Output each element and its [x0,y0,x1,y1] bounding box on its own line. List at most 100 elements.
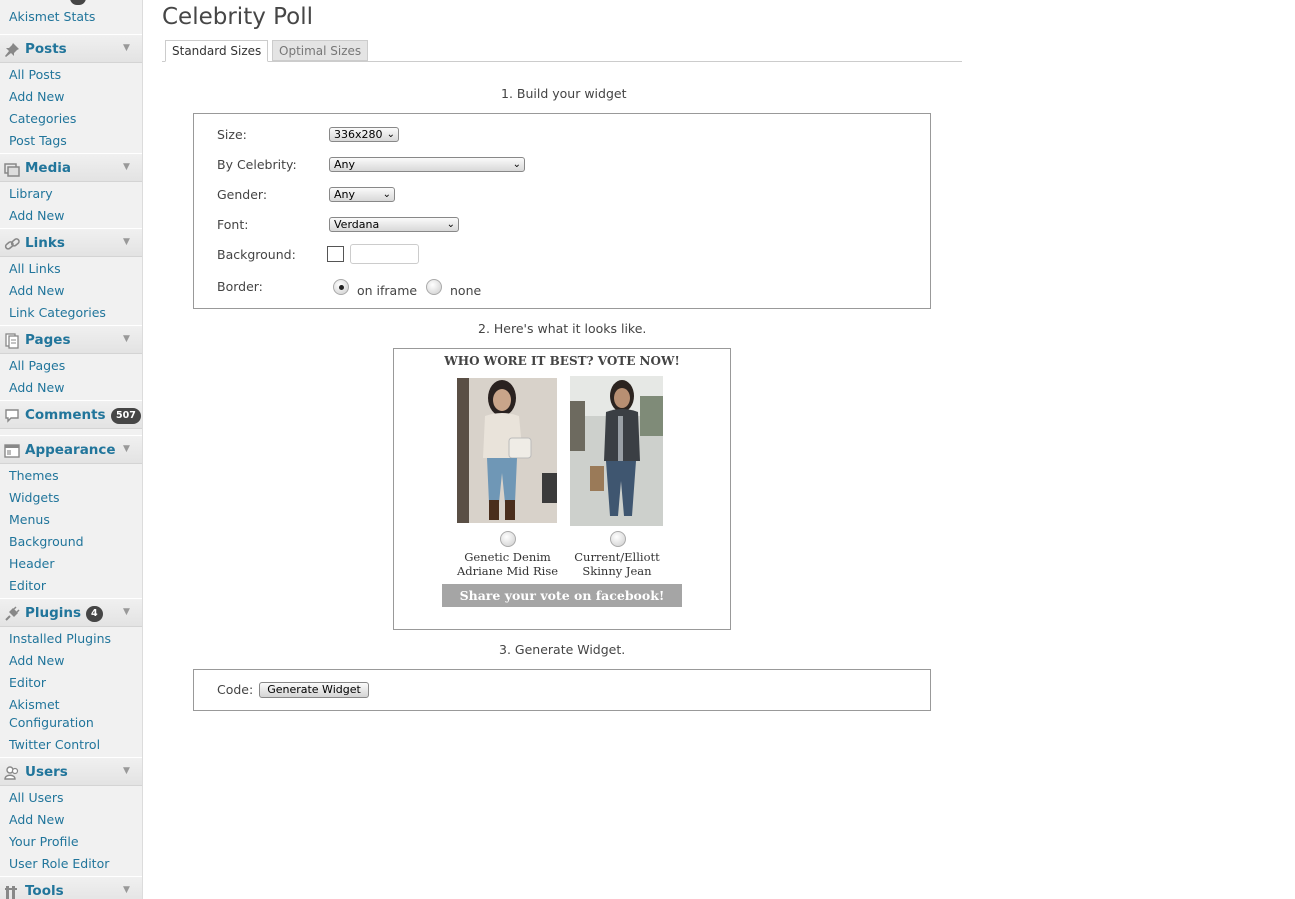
chevron-down-icon[interactable]: ▼ [123,885,130,895]
chevron-down-icon: ⌄ [512,159,521,170]
step-1-heading: 1. Build your widget [501,86,627,101]
border-none-radio[interactable] [426,279,442,295]
media-icon [4,163,20,177]
background-color-input[interactable] [350,244,419,264]
vote-radio-right[interactable] [610,531,626,547]
sidebar-item-add-new-media[interactable]: Add New [9,207,64,225]
size-select-value: 336x280 [334,128,383,141]
gender-label: Gender: [217,187,268,202]
gender-select[interactable]: Any ⌄ [329,187,395,202]
celebrity-photo-left[interactable] [457,378,557,523]
menu-pages[interactable]: Pages ▼ [0,325,142,354]
border-on-iframe-radio[interactable] [333,279,349,295]
sidebar-item-background[interactable]: Background [9,533,84,551]
sidebar-item-your-profile[interactable]: Your Profile [9,833,79,851]
border-on-iframe-label: on iframe [357,283,418,298]
menu-tools[interactable]: Tools ▼ [0,876,142,899]
tools-icon [5,886,17,899]
sidebar-item-add-new-user[interactable]: Add New [9,811,64,829]
menu-links[interactable]: Links ▼ [0,228,142,257]
chevron-down-icon[interactable]: ▼ [123,607,130,617]
sidebar-item-all-posts[interactable]: All Posts [9,66,61,84]
share-on-facebook-button[interactable]: Share your vote on facebook! [442,584,682,607]
menu-pages-label: Pages [25,332,71,348]
chevron-down-icon: ⌄ [446,219,455,230]
menu-users-label: Users [25,764,68,780]
sidebar-item-akismet[interactable]: Akismet [9,696,60,714]
celebrity-label: By Celebrity: [217,157,297,172]
sidebar-item-akismet-stats[interactable]: Akismet Stats [9,8,95,26]
sidebar-item-link-categories[interactable]: Link Categories [9,304,106,322]
font-select-value: Verdana [334,218,380,231]
sidebar-item-widgets[interactable]: Widgets [9,489,60,507]
choice-right-name: Current/Elliott Skinny Jean [557,550,677,578]
generate-widget-button[interactable]: Generate Widget [259,682,369,698]
sidebar-item-post-tags[interactable]: Post Tags [9,132,67,150]
sidebar-item-categories[interactable]: Categories [9,110,76,128]
code-label: Code: [217,682,254,697]
menu-tools-label: Tools [25,883,64,899]
sidebar-item-add-new-link[interactable]: Add New [9,282,64,300]
plug-icon [5,606,20,621]
sidebar-item-menus[interactable]: Menus [9,511,50,529]
chevron-down-icon[interactable]: ▼ [123,334,130,344]
radio-selected-dot [339,285,344,290]
sidebar-item-add-new-plugin[interactable]: Add New [9,652,64,670]
choice-right-line1: Current/Elliott [574,550,660,564]
sidebar-item-twitter-control[interactable]: Twitter Control [9,736,100,754]
sidebar-item-add-new-post[interactable]: Add New [9,88,64,106]
menu-posts[interactable]: Posts ▼ [0,34,142,63]
border-label: Border: [217,279,263,294]
sidebar-item-themes[interactable]: Themes [9,467,59,485]
background-color-swatch[interactable] [327,246,344,262]
tab-standard-sizes[interactable]: Standard Sizes [165,40,269,62]
celebrity-photo-right[interactable] [570,376,663,526]
font-select[interactable]: Verdana ⌄ [329,217,459,232]
celebrity-photo-right-image [570,376,663,526]
sidebar-item-library[interactable]: Library [9,185,53,203]
chevron-down-icon[interactable]: ▼ [123,43,130,53]
chevron-down-icon[interactable]: ▼ [123,444,130,454]
tab-optimal-sizes[interactable]: Optimal Sizes [272,40,369,61]
build-widget-panel [193,113,931,309]
users-icon [4,766,19,780]
menu-media[interactable]: Media ▼ [0,153,142,182]
sidebar-item-installed-plugins[interactable]: Installed Plugins [9,630,111,648]
sidebar-item-plugin-editor[interactable]: Editor [9,674,46,692]
sidebar-item-header[interactable]: Header [9,555,55,573]
font-label: Font: [217,217,249,232]
menu-users[interactable]: Users ▼ [0,757,142,786]
choice-left-line1: Genetic Denim [464,550,551,564]
sidebar-item-theme-editor[interactable]: Editor [9,577,46,595]
sidebar-item-all-pages[interactable]: All Pages [9,357,65,375]
size-select[interactable]: 336x280 ⌄ [329,127,399,142]
chevron-down-icon[interactable]: ▼ [123,766,130,776]
comments-count-badge: 507 [111,408,141,424]
speech-bubble-icon [5,409,19,423]
menu-links-label: Links [25,235,65,251]
menu-comments[interactable]: Comments 507 [0,400,142,429]
chevron-down-icon[interactable]: ▼ [123,162,130,172]
menu-plugins[interactable]: Plugins 4 ▼ [0,598,142,627]
border-none-label: none [450,283,482,298]
celebrity-photo-left-image [457,378,557,523]
vote-radio-left[interactable] [500,531,516,547]
pushpin-icon [5,43,19,57]
menu-appearance-label: Appearance [25,442,116,458]
sidebar-item-all-links[interactable]: All Links [9,260,61,278]
celebrity-select[interactable]: Any ⌄ [329,157,525,172]
choice-left-line2: Adriane Mid Rise [456,564,559,578]
sidebar-item-add-new-page[interactable]: Add New [9,379,64,397]
sidebar-item-user-role-editor[interactable]: User Role Editor [9,855,109,873]
chevron-down-icon: ⌄ [386,129,395,140]
choice-right-line2: Skinny Jean [582,564,652,578]
sidebar-item-akismet-configuration[interactable]: Configuration [9,714,94,732]
menu-appearance[interactable]: Appearance ▼ [0,435,142,464]
gender-select-value: Any [334,188,356,201]
sidebar-item-all-users[interactable]: All Users [9,789,63,807]
page-title: Celebrity Poll [162,4,314,30]
poll-question: WHO WORE IT BEST? VOTE NOW! [444,354,680,368]
step-3-heading: 3. Generate Widget. [499,642,626,657]
chevron-down-icon[interactable]: ▼ [123,237,130,247]
menu-comments-label: Comments [25,407,106,423]
